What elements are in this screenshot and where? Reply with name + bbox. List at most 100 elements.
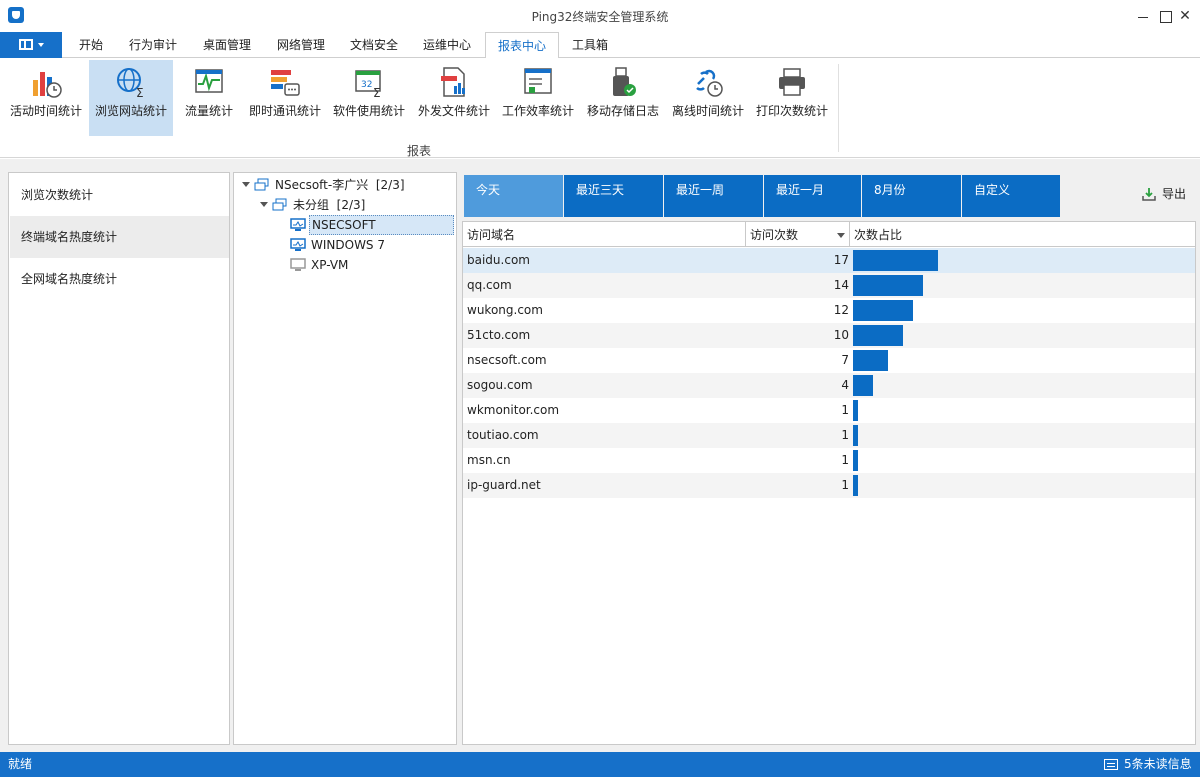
chevron-down-icon bbox=[38, 43, 44, 47]
tree-group-label: 未分组 [2/3] bbox=[293, 195, 365, 215]
date-tab-last-week[interactable]: 最近一周 bbox=[664, 175, 763, 217]
date-tab-last-three-days[interactable]: 最近三天 bbox=[564, 175, 663, 217]
tab-behavior-audit[interactable]: 行为审计 bbox=[120, 32, 186, 58]
menu-bar: 开始 行为审计 桌面管理 网络管理 文档安全 运维中心 报表中心 工具箱 bbox=[0, 32, 1200, 59]
activity-time-stats-label: 活动时间统计 bbox=[9, 104, 82, 118]
tab-ops-center[interactable]: 运维中心 bbox=[414, 32, 480, 58]
tree-node-computer[interactable]: XP-VM bbox=[290, 255, 456, 275]
tree-node-root[interactable]: NSecsoft-李广兴 [2/3] bbox=[242, 175, 452, 195]
globe-sigma-icon: Σ bbox=[117, 68, 144, 98]
table-row[interactable]: wukong.com 12 bbox=[463, 298, 1195, 323]
domain-cell: baidu.com bbox=[467, 253, 530, 267]
table-row[interactable]: 51cto.com 10 bbox=[463, 323, 1195, 348]
ratio-bar bbox=[853, 475, 858, 496]
ratio-bar bbox=[853, 300, 913, 321]
print-count-stats-label: 打印次数统计 bbox=[755, 104, 828, 118]
table-row[interactable]: sogou.com 4 bbox=[463, 373, 1195, 398]
column-header-count[interactable]: 访问次数 bbox=[746, 222, 850, 247]
domain-cell: sogou.com bbox=[467, 378, 533, 392]
export-button[interactable]: 导出 bbox=[1142, 184, 1186, 204]
tab-start[interactable]: 开始 bbox=[66, 32, 116, 58]
ratio-bar bbox=[853, 250, 938, 271]
expand-arrow-icon[interactable] bbox=[260, 202, 268, 207]
ratio-bar bbox=[853, 400, 858, 421]
date-tab-last-month[interactable]: 最近一月 bbox=[764, 175, 861, 217]
removable-storage-log-label: 移动存储日志 bbox=[586, 104, 659, 118]
broken-link-clock-icon bbox=[696, 69, 723, 97]
sort-descending-icon[interactable] bbox=[837, 233, 845, 238]
traffic-monitor-icon bbox=[195, 69, 223, 93]
ratio-cell bbox=[853, 450, 1193, 471]
browse-website-stats-label: 浏览网站统计 bbox=[94, 104, 167, 118]
browse-website-stats-button[interactable]: Σ 浏览网站统计 bbox=[89, 60, 173, 136]
date-tab-today[interactable]: 今天 bbox=[464, 175, 563, 217]
monitor-offline-icon bbox=[290, 258, 306, 271]
ratio-cell bbox=[853, 400, 1193, 421]
outgoing-file-stats-button[interactable]: 外发文件统计 bbox=[414, 60, 494, 136]
ratio-cell bbox=[853, 275, 1193, 296]
print-count-stats-button[interactable]: 打印次数统计 bbox=[752, 60, 832, 136]
table-row[interactable]: ip-guard.net 1 bbox=[463, 473, 1195, 498]
app-menu-button[interactable] bbox=[0, 32, 62, 58]
domain-cell: qq.com bbox=[467, 278, 512, 292]
document-chart-icon bbox=[441, 67, 465, 97]
tree-computer-label: XP-VM bbox=[311, 258, 349, 272]
domain-cell: ip-guard.net bbox=[467, 478, 541, 492]
ribbon: 活动时间统计 Σ 浏览网站统计 流量统计 即时通讯统计 32 Σ 软件使用统计 … bbox=[0, 58, 1200, 158]
usb-drive-icon bbox=[613, 67, 636, 96]
download-icon bbox=[1142, 188, 1156, 201]
tree-group-count: [2/3] bbox=[336, 198, 366, 212]
unread-messages-link[interactable]: 5条未读信息 bbox=[1124, 752, 1192, 777]
tree-root-name: NSecsoft-李广兴 bbox=[275, 178, 369, 192]
table-row[interactable]: nsecsoft.com 7 bbox=[463, 348, 1195, 373]
table-row[interactable]: msn.cn 1 bbox=[463, 448, 1195, 473]
chat-chart-icon bbox=[271, 70, 300, 96]
table-row[interactable]: baidu.com 17 bbox=[463, 248, 1195, 273]
tab-report-center[interactable]: 报表中心 bbox=[485, 32, 559, 59]
menu-icon bbox=[19, 39, 33, 50]
tree-node-computer[interactable]: NSECSOFT bbox=[290, 215, 456, 235]
nav-item-network-domain-heat[interactable]: 全网域名热度统计 bbox=[10, 258, 229, 300]
table-row[interactable]: wkmonitor.com 1 bbox=[463, 398, 1195, 423]
activity-time-stats-button[interactable]: 活动时间统计 bbox=[5, 60, 87, 136]
tree-node-group[interactable]: 未分组 [2/3] bbox=[260, 195, 450, 215]
table-row[interactable]: qq.com 14 bbox=[463, 273, 1195, 298]
ratio-cell bbox=[853, 250, 1193, 271]
count-cell: 1 bbox=[841, 403, 849, 417]
ratio-cell bbox=[853, 325, 1193, 346]
offline-time-stats-button[interactable]: 离线时间统计 bbox=[668, 60, 748, 136]
im-stats-label: 即时通讯统计 bbox=[248, 104, 321, 118]
ratio-cell bbox=[853, 300, 1193, 321]
traffic-stats-button[interactable]: 流量统计 bbox=[176, 60, 242, 136]
removable-storage-log-button[interactable]: 移动存储日志 bbox=[583, 60, 663, 136]
column-header-domain[interactable]: 访问域名 bbox=[463, 222, 745, 247]
tree-computer-label: WINDOWS 7 bbox=[311, 238, 385, 252]
ratio-cell bbox=[853, 425, 1193, 446]
tab-network-management[interactable]: 网络管理 bbox=[268, 32, 334, 58]
domain-cell: wukong.com bbox=[467, 303, 543, 317]
nav-item-browse-count[interactable]: 浏览次数统计 bbox=[10, 174, 229, 216]
date-tab-august[interactable]: 8月份 bbox=[862, 175, 961, 217]
expand-arrow-icon[interactable] bbox=[242, 182, 250, 187]
monitor-online-icon bbox=[290, 218, 306, 231]
tab-document-security[interactable]: 文档安全 bbox=[341, 32, 407, 58]
tab-desktop-management[interactable]: 桌面管理 bbox=[194, 32, 260, 58]
nav-item-terminal-domain-heat[interactable]: 终端域名热度统计 bbox=[10, 216, 229, 258]
message-icon[interactable] bbox=[1104, 759, 1118, 770]
column-header-ratio[interactable]: 次数占比 bbox=[850, 222, 1190, 247]
title-bar: Ping32终端安全管理系统 ✕ bbox=[0, 0, 1200, 32]
tree-node-computer[interactable]: WINDOWS 7 bbox=[290, 235, 456, 255]
bar-clock-icon bbox=[33, 72, 62, 98]
domain-heat-table: 访问域名 访问次数 次数占比 baidu.com 17 qq.com 14 wukong… bbox=[462, 221, 1196, 745]
table-row[interactable]: toutiao.com 1 bbox=[463, 423, 1195, 448]
software-usage-stats-button[interactable]: 32 Σ 软件使用统计 bbox=[329, 60, 409, 136]
im-stats-button[interactable]: 即时通讯统计 bbox=[245, 60, 325, 136]
count-cell: 10 bbox=[833, 328, 849, 342]
ratio-cell bbox=[853, 350, 1193, 371]
work-efficiency-stats-button[interactable]: 工作效率统计 bbox=[498, 60, 578, 136]
table-header: 访问域名 访问次数 次数占比 bbox=[463, 222, 1195, 247]
tab-toolbox[interactable]: 工具箱 bbox=[562, 32, 618, 58]
date-tab-custom[interactable]: 自定义 bbox=[962, 175, 1060, 217]
software-sigma-icon: 32 Σ bbox=[355, 70, 381, 98]
close-button[interactable]: ✕ bbox=[1170, 3, 1200, 29]
